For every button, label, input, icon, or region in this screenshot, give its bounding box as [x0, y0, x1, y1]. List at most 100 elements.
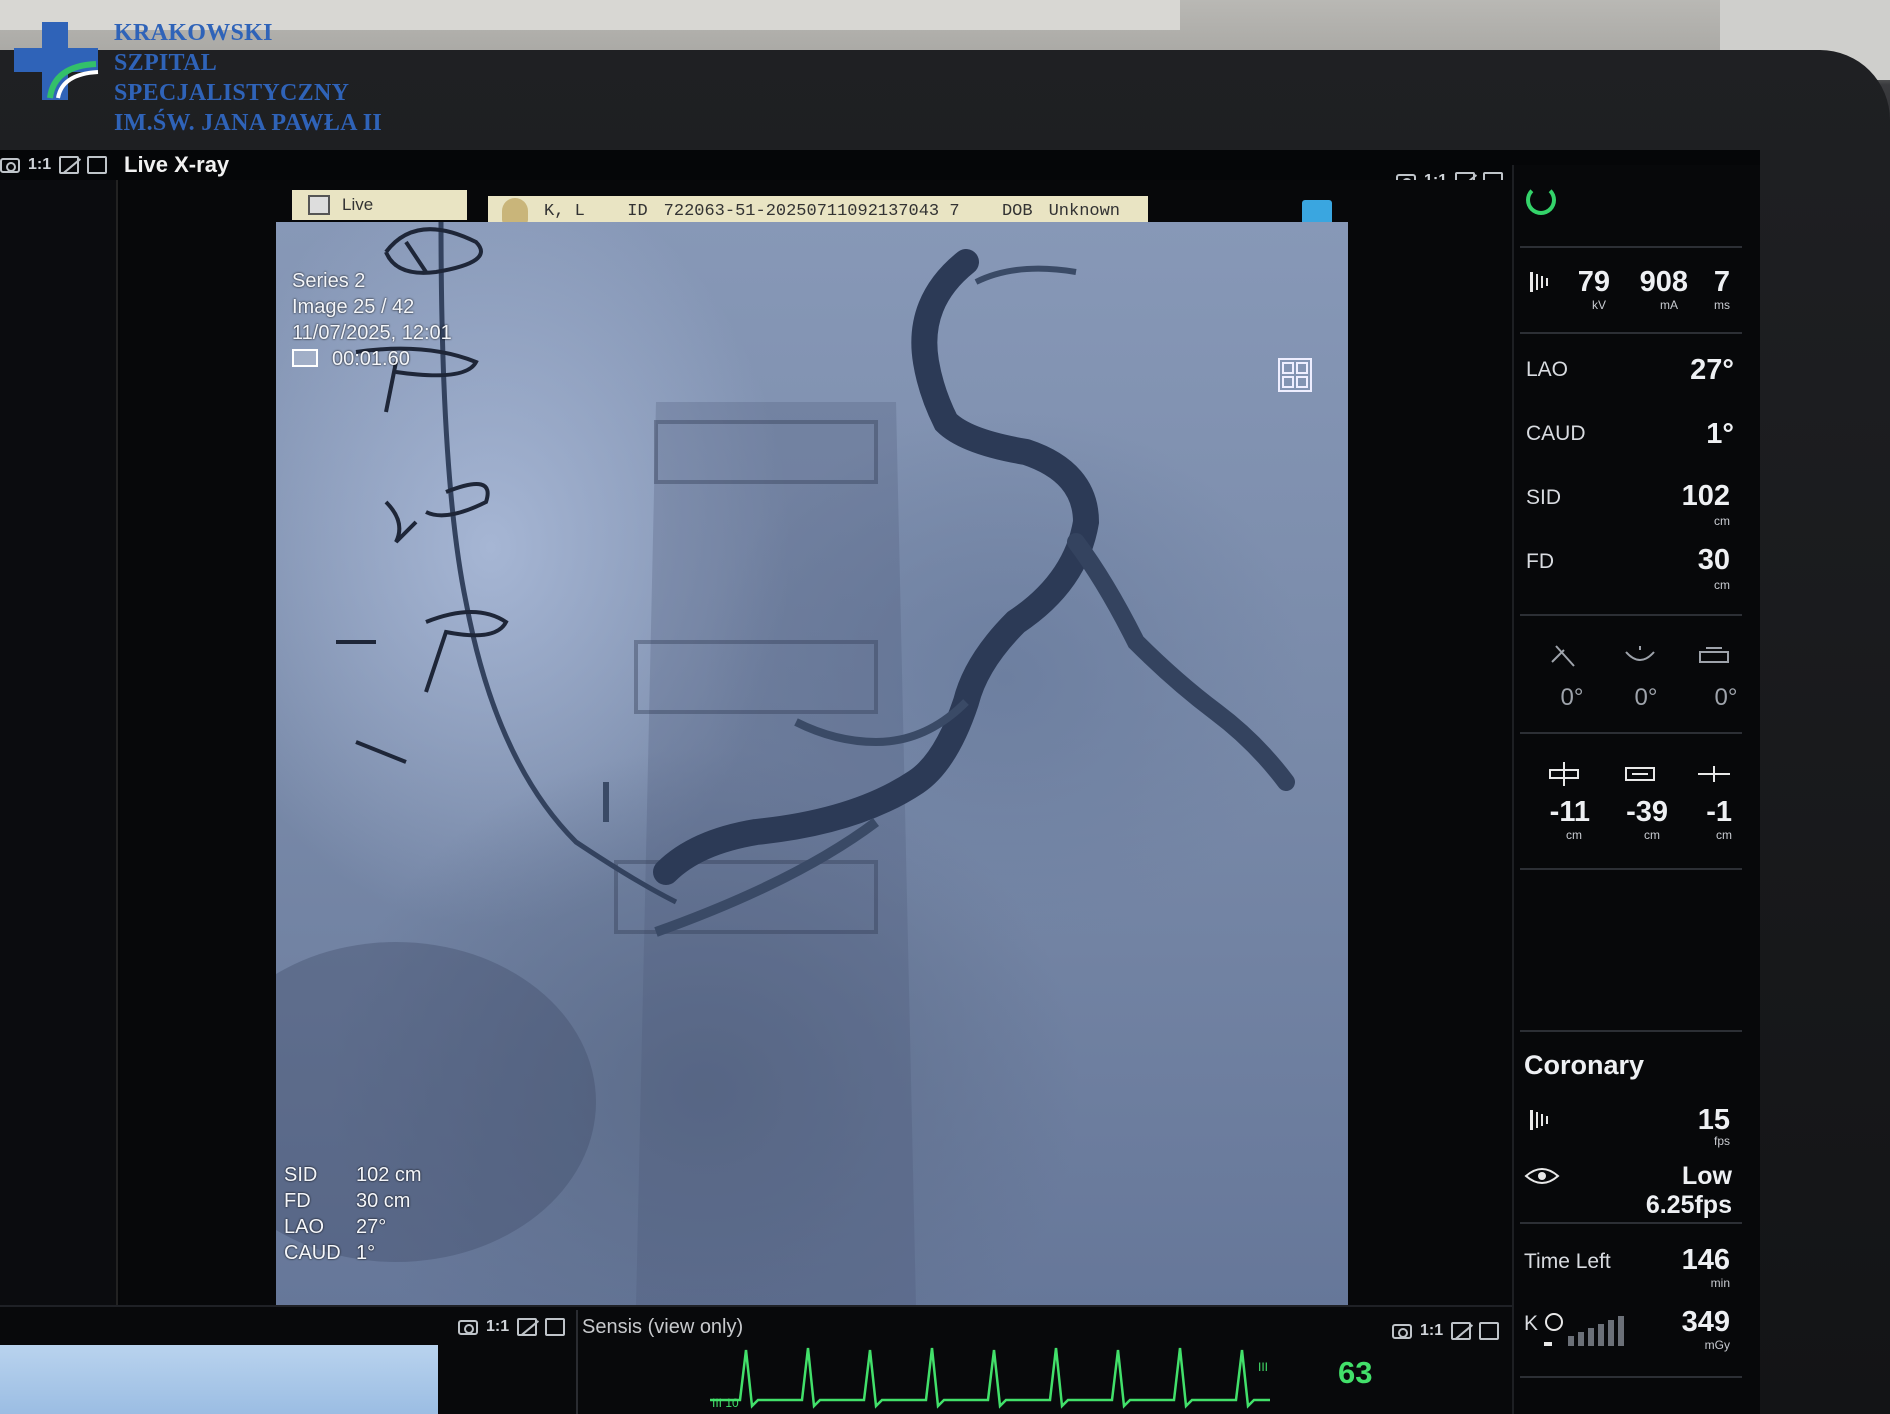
patient-id: 722063-51-20250711092137043 7 — [663, 201, 960, 221]
patient-name: K, L — [544, 201, 585, 221]
dose-value: 349 — [1681, 1306, 1730, 1338]
window-title: Live X-ray — [124, 152, 230, 177]
maximize-icon[interactable] — [1479, 1322, 1500, 1340]
overlay-fd-label: FD — [284, 1190, 311, 1212]
program-name[interactable]: Coronary — [1524, 1050, 1644, 1081]
eye-icon — [1524, 1168, 1560, 1184]
sid-unit: cm — [1714, 514, 1730, 528]
series-label: Series 2 — [292, 270, 366, 292]
fps-value: 15 — [1697, 1104, 1730, 1136]
rotation-1: 0° — [1560, 684, 1584, 711]
overlay-lao: 27° — [356, 1216, 387, 1238]
acquisition-datetime: 11/07/2025, 12:01 — [292, 322, 452, 344]
dob-value: Unknown — [1048, 201, 1121, 221]
maximize-icon[interactable] — [87, 156, 108, 174]
ratio-button[interactable]: 1:1 — [1420, 1322, 1443, 1340]
table-height-unit: cm — [1566, 828, 1582, 842]
dob-label: DOB — [1001, 201, 1033, 221]
tab-live[interactable]: Live — [292, 190, 467, 220]
logo-line-3: IM.ŚW. JANA PAWŁA II — [114, 110, 383, 136]
hospital-logo: KRAKOWSKI SZPITAL SPECJALISTYCZNY IM.ŚW.… — [10, 18, 450, 136]
ma-unit: mA — [1660, 298, 1678, 312]
overlay-fd: 30 cm — [356, 1190, 411, 1212]
timer: 00:01.60 — [292, 346, 452, 372]
overlay-caud-label: CAUD — [284, 1242, 341, 1264]
angiogram-graphic — [276, 222, 1295, 1307]
ecg-waveform — [710, 1347, 1270, 1409]
timer-value: 00:01.60 — [332, 348, 410, 370]
time-left-value: 146 — [1681, 1244, 1730, 1276]
fd-value: 30 — [1697, 544, 1730, 576]
ecg-lead-label: III 10 — [712, 1396, 739, 1410]
window-level-icon[interactable] — [1451, 1322, 1472, 1340]
patient-id-label: ID — [627, 201, 648, 221]
fd-unit: cm — [1714, 578, 1730, 592]
kv-value: 79 — [1577, 266, 1610, 298]
ratio-button[interactable]: 1:1 — [486, 1318, 509, 1336]
rotation-2: 0° — [1634, 684, 1658, 711]
cross-icon — [14, 22, 99, 100]
heart-rate: 63 — [1338, 1355, 1373, 1390]
image-counter: Image 25 / 42 — [292, 296, 415, 318]
tilt-icon — [1551, 645, 1575, 667]
tab-live-label: Live — [342, 195, 374, 214]
sensis-toolbar: 1:1 — [1392, 1322, 1500, 1340]
table-lateral-icon — [1698, 766, 1730, 782]
kv-unit: kV — [1591, 298, 1606, 312]
timer-icon — [292, 349, 318, 367]
fps-unit: fps — [1713, 1134, 1730, 1148]
time-left-label: Time Left — [1524, 1250, 1611, 1273]
ms-unit: ms — [1714, 298, 1730, 312]
camera-icon[interactable] — [1392, 1323, 1412, 1339]
fd-label: FD — [1526, 550, 1554, 573]
table-height-icon — [1549, 762, 1579, 786]
table-long-unit: cm — [1644, 828, 1660, 842]
refresh-icon[interactable] — [1526, 185, 1556, 215]
logo-text: KRAKOWSKI SZPITAL SPECJALISTYCZNY IM.ŚW.… — [114, 18, 450, 138]
swivel-icon — [1699, 647, 1729, 663]
lao-label: LAO — [1526, 358, 1569, 381]
table-lateral-unit: cm — [1716, 828, 1732, 842]
overlay-caud: 1° — [356, 1242, 376, 1264]
left-viewport[interactable] — [0, 180, 118, 1305]
reference-thumbnail[interactable] — [0, 1345, 438, 1414]
overlay-sid-label: SID — [284, 1164, 318, 1186]
window-level-icon[interactable] — [59, 156, 80, 174]
reference-toolbar: 1:1 — [458, 1318, 566, 1336]
geometry-overlay: SID 102 cm FD 30 cm LAO 27° CAUD 1° — [284, 1162, 422, 1266]
logo-line-2: SZPITAL SPECJALISTYCZNY — [114, 50, 350, 106]
rotation-3: 0° — [1714, 684, 1738, 711]
table-long-icon — [1625, 767, 1655, 781]
logo-line-1: KRAKOWSKI — [114, 20, 273, 46]
sensis-label: Sensis (view only) — [582, 1316, 744, 1338]
hr-lead-label: III — [1258, 1360, 1269, 1374]
ma-value: 908 — [1639, 266, 1688, 298]
rotation-icon — [1625, 646, 1655, 661]
maximize-icon[interactable] — [545, 1318, 566, 1336]
view-mode[interactable]: Low 6.25fps — [1590, 1162, 1732, 1220]
acquisition-panel — [1512, 165, 1760, 1414]
table-height-value: -11 — [1549, 796, 1590, 828]
table-lateral-value: -1 — [1706, 796, 1732, 828]
table-long-value: -39 — [1626, 796, 1668, 828]
image-info-overlay: Series 2 Image 25 / 42 11/07/2025, 12:01… — [292, 268, 452, 372]
camera-icon[interactable] — [0, 157, 20, 173]
xray-image[interactable]: Series 2 Image 25 / 42 11/07/2025, 12:01… — [276, 222, 1348, 1307]
sid-label: SID — [1526, 486, 1562, 509]
caud-value: 1° — [1706, 418, 1734, 450]
exposure-icon — [1530, 1110, 1548, 1130]
window-level-icon[interactable] — [517, 1318, 538, 1336]
dose-bar-icon — [1544, 1313, 1624, 1346]
patient-icon — [502, 198, 528, 224]
live-icon — [308, 195, 330, 215]
sid-value: 102 — [1681, 480, 1730, 512]
caud-label: CAUD — [1526, 422, 1586, 445]
lao-value: 27° — [1690, 354, 1734, 386]
ratio-button[interactable]: 1:1 — [28, 156, 51, 174]
overlay-lao-label: LAO — [284, 1216, 325, 1238]
camera-icon[interactable] — [458, 1319, 478, 1335]
exposure-icon — [1530, 272, 1548, 292]
left-toolbar: 1:1 — [0, 156, 108, 174]
grid-layout-icon[interactable] — [1278, 358, 1312, 392]
time-left-unit: min — [1710, 1276, 1730, 1290]
